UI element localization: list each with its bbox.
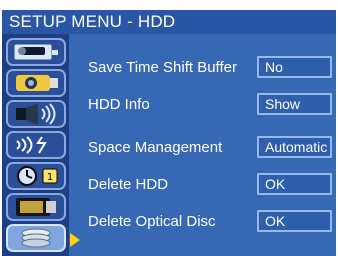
delete-optical-disc-value[interactable]: OK	[257, 210, 332, 232]
row-delete-optical-disc[interactable]: Delete Optical Disc OK	[88, 210, 334, 236]
setup-menu-screen: SETUP MENU - HDD 1 Save Time Shift Buffe…	[0, 0, 338, 256]
camera-icon-graphic	[16, 75, 58, 91]
space-management-value[interactable]: Automatic	[257, 136, 332, 158]
row-label: HDD Info	[88, 96, 150, 113]
row-hdd-info[interactable]: HDD Info Show	[88, 93, 334, 119]
timer-icon[interactable]: 1	[6, 162, 66, 190]
row-label: Delete Optical Disc	[88, 213, 216, 230]
signal-icon[interactable]	[6, 131, 66, 159]
hdd-info-value[interactable]: Show	[257, 93, 332, 115]
video-camera-icon[interactable]	[6, 38, 66, 66]
row-delete-hdd[interactable]: Delete HDD OK	[88, 173, 334, 199]
row-label: Space Management	[88, 139, 223, 156]
row-label: Delete HDD	[88, 176, 169, 193]
row-save-time-shift-buffer[interactable]: Save Time Shift Buffer No	[88, 56, 334, 82]
sidebar: 1	[2, 34, 69, 256]
timer-icon-graphic: 1	[17, 166, 58, 186]
selection-arrow-icon	[70, 233, 80, 247]
video-camera-icon-graphic	[13, 43, 58, 61]
delete-hdd-value[interactable]: OK	[257, 173, 332, 195]
row-space-management[interactable]: Space Management Automatic	[88, 136, 334, 162]
speaker-icon-graphic	[16, 103, 56, 125]
speaker-icon[interactable]	[6, 100, 66, 128]
save-time-shift-buffer-value[interactable]: No	[257, 56, 332, 78]
row-label: Save Time Shift Buffer	[88, 59, 237, 76]
page-title: SETUP MENU - HDD	[9, 12, 176, 31]
title-bar: SETUP MENU - HDD	[2, 10, 336, 34]
tv-icon-graphic	[16, 198, 56, 216]
svg-text:1: 1	[47, 172, 53, 183]
tv-icon[interactable]	[6, 193, 66, 221]
signal-icon-graphic	[16, 136, 47, 154]
camera-icon[interactable]	[6, 69, 66, 97]
hdd-icon[interactable]	[6, 224, 66, 252]
hdd-icon-graphic	[21, 228, 51, 248]
